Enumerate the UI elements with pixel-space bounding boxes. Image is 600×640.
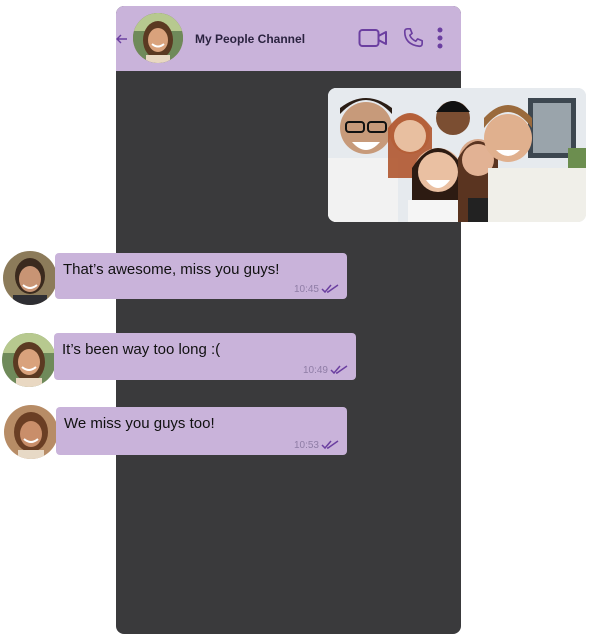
message-bubble[interactable]: It’s been way too long :( 10:49 <box>54 333 356 380</box>
read-receipt-icon <box>330 365 348 375</box>
phone-icon[interactable] <box>402 27 424 49</box>
more-vertical-icon[interactable] <box>437 27 443 49</box>
message-bubble[interactable]: That’s awesome, miss you guys! 10:45 <box>55 253 347 299</box>
channel-avatar[interactable] <box>133 13 183 63</box>
sender-avatar[interactable] <box>4 405 58 459</box>
message-bubble[interactable]: We miss you guys too! 10:53 <box>56 407 347 455</box>
message-time: 10:45 <box>293 284 319 295</box>
video-camera-icon[interactable] <box>358 27 388 49</box>
sender-avatar[interactable] <box>2 333 56 387</box>
message-time: 10:49 <box>302 365 328 376</box>
read-receipt-icon <box>321 284 339 294</box>
sender-avatar[interactable] <box>3 251 57 305</box>
read-receipt-icon <box>321 440 339 450</box>
message-time: 10:53 <box>293 440 319 451</box>
channel-title: My People Channel <box>195 32 306 46</box>
message-text: We miss you guys too! <box>64 415 215 432</box>
message-text: It’s been way too long :( <box>62 341 221 358</box>
group-selfie-photo[interactable] <box>328 88 586 222</box>
chat-header: My People Channel <box>116 6 461 71</box>
back-arrow-icon[interactable] <box>116 34 130 44</box>
message-text: That’s awesome, miss you guys! <box>63 261 280 278</box>
